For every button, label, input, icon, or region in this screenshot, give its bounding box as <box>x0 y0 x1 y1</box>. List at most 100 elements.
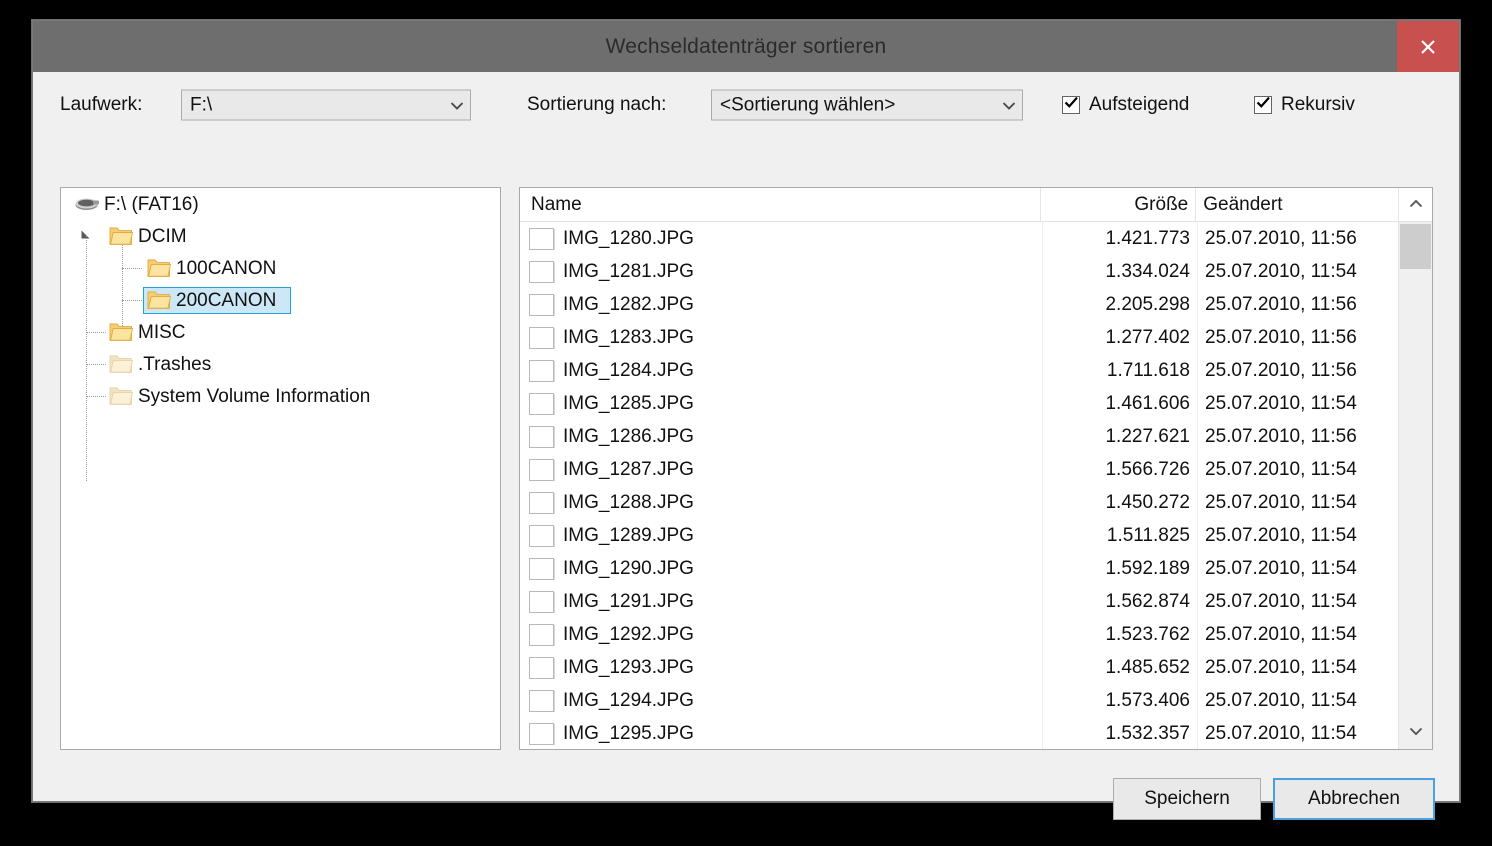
file-row[interactable]: IMG_1287.JPG 1.566.726 25.07.2010, 11:54 <box>520 453 1432 486</box>
scrollbar-up-button[interactable] <box>1398 188 1432 222</box>
file-name: IMG_1290.JPG <box>563 557 694 579</box>
file-row[interactable]: IMG_1295.JPG 1.532.357 25.07.2010, 11:54 <box>520 717 1432 749</box>
file-size: 1.421.773 <box>1042 222 1197 255</box>
file-modified: 25.07.2010, 11:54 <box>1197 585 1399 618</box>
image-thumbnail-icon <box>529 227 554 250</box>
image-thumbnail-icon <box>529 392 554 415</box>
file-modified: 25.07.2010, 11:56 <box>1197 222 1399 255</box>
file-row[interactable]: IMG_1290.JPG 1.592.189 25.07.2010, 11:54 <box>520 552 1432 585</box>
image-thumbnail-icon <box>529 656 554 679</box>
file-list-scrollbar[interactable] <box>1398 222 1432 749</box>
image-thumbnail-icon <box>529 293 554 316</box>
scrollbar-down-button[interactable] <box>1399 715 1432 749</box>
image-thumbnail-icon <box>529 623 554 646</box>
file-row[interactable]: IMG_1285.JPG 1.461.606 25.07.2010, 11:54 <box>520 387 1432 420</box>
file-size: 1.485.652 <box>1042 651 1197 684</box>
scrollbar-thumb[interactable] <box>1400 224 1431 269</box>
chevron-down-icon <box>1409 723 1423 741</box>
chevron-down-icon <box>444 100 470 110</box>
file-size: 1.532.357 <box>1042 717 1197 749</box>
close-icon <box>1418 37 1438 57</box>
file-row[interactable]: IMG_1293.JPG 1.485.652 25.07.2010, 11:54 <box>520 651 1432 684</box>
file-list-body: IMG_1280.JPG 1.421.773 25.07.2010, 11:56… <box>520 222 1432 749</box>
file-name: IMG_1285.JPG <box>563 392 694 414</box>
sort-by-select[interactable]: <Sortierung wählen> <box>711 89 1023 121</box>
file-name: IMG_1291.JPG <box>563 590 694 612</box>
checkmark-icon <box>1256 96 1271 114</box>
column-header-modified[interactable]: Geändert <box>1196 188 1398 222</box>
file-size: 1.461.606 <box>1042 387 1197 420</box>
close-button[interactable] <box>1397 21 1459 72</box>
dialog-client-area: Laufwerk: F:\ Sortierung nach: <Sortieru… <box>35 74 1457 820</box>
title-bar[interactable]: Wechseldatenträger sortieren <box>33 21 1459 72</box>
file-size: 1.450.272 <box>1042 486 1197 519</box>
tree-guide-line <box>86 396 106 397</box>
file-modified: 25.07.2010, 11:54 <box>1197 618 1399 651</box>
file-modified: 25.07.2010, 11:54 <box>1197 255 1399 288</box>
file-row[interactable]: IMG_1289.JPG 1.511.825 25.07.2010, 11:54 <box>520 519 1432 552</box>
file-size: 1.592.189 <box>1042 552 1197 585</box>
tree-guide-line <box>122 268 142 269</box>
removable-drive-icon <box>73 194 100 214</box>
file-size: 1.511.825 <box>1042 519 1197 552</box>
chevron-down-icon <box>996 100 1022 110</box>
image-thumbnail-icon <box>529 458 554 481</box>
image-thumbnail-icon <box>529 326 554 349</box>
file-modified: 25.07.2010, 11:56 <box>1197 321 1399 354</box>
file-size: 1.227.621 <box>1042 420 1197 453</box>
file-modified: 25.07.2010, 11:56 <box>1197 420 1399 453</box>
file-modified: 25.07.2010, 11:54 <box>1197 717 1399 749</box>
tree-node-label: F:\ (FAT16) <box>104 193 199 215</box>
file-modified: 25.07.2010, 11:56 <box>1197 354 1399 387</box>
file-row[interactable]: IMG_1280.JPG 1.421.773 25.07.2010, 11:56 <box>520 222 1432 255</box>
cancel-button[interactable]: Abbrechen <box>1273 778 1435 820</box>
drive-select[interactable]: F:\ <box>181 89 471 121</box>
folder-icon <box>147 257 172 279</box>
file-modified: 25.07.2010, 11:54 <box>1197 453 1399 486</box>
folder-tree[interactable]: F:\ (FAT16) DCIM 100CANON 200CANON MISC … <box>60 187 501 750</box>
drive-select-value: F:\ <box>190 94 213 115</box>
tree-node-label: .Trashes <box>138 353 212 375</box>
file-size: 1.277.402 <box>1042 321 1197 354</box>
file-modified: 25.07.2010, 11:56 <box>1197 288 1399 321</box>
file-size: 1.573.406 <box>1042 684 1197 717</box>
file-list[interactable]: Name Größe Geändert IMG_1280.JPG 1.421.7… <box>519 187 1433 750</box>
tree-expander-icon[interactable] <box>79 228 95 244</box>
file-row[interactable]: IMG_1284.JPG 1.711.618 25.07.2010, 11:56 <box>520 354 1432 387</box>
file-modified: 25.07.2010, 11:54 <box>1197 519 1399 552</box>
file-row[interactable]: IMG_1294.JPG 1.573.406 25.07.2010, 11:54 <box>520 684 1432 717</box>
file-row[interactable]: IMG_1286.JPG 1.227.621 25.07.2010, 11:56 <box>520 420 1432 453</box>
file-row[interactable]: IMG_1291.JPG 1.562.874 25.07.2010, 11:54 <box>520 585 1432 618</box>
file-row[interactable]: IMG_1281.JPG 1.334.024 25.07.2010, 11:54 <box>520 255 1432 288</box>
sort-removable-media-dialog: Wechseldatenträger sortieren Laufwerk: F… <box>32 20 1460 820</box>
tree-node[interactable]: MISC <box>61 316 500 348</box>
tree-guide-line <box>86 332 106 333</box>
file-name: IMG_1293.JPG <box>563 656 694 678</box>
tree-node[interactable]: DCIM <box>61 220 500 252</box>
file-name: IMG_1280.JPG <box>563 227 694 249</box>
tree-node-label: 100CANON <box>176 257 277 279</box>
column-header-size[interactable]: Größe <box>1041 188 1197 222</box>
file-modified: 25.07.2010, 11:54 <box>1197 684 1399 717</box>
sort-by-label: Sortierung nach: <box>527 94 667 115</box>
file-name: IMG_1292.JPG <box>563 623 694 645</box>
tree-node[interactable]: .Trashes <box>61 348 500 380</box>
save-button[interactable]: Speichern <box>1113 778 1261 820</box>
recursive-checkbox[interactable]: Rekursiv <box>1254 94 1355 116</box>
image-thumbnail-icon <box>529 491 554 514</box>
folder-icon <box>109 321 134 343</box>
tree-node[interactable]: System Volume Information <box>61 380 500 412</box>
file-row[interactable]: IMG_1288.JPG 1.450.272 25.07.2010, 11:54 <box>520 486 1432 519</box>
file-modified: 25.07.2010, 11:54 <box>1197 387 1399 420</box>
tree-node[interactable]: F:\ (FAT16) <box>61 188 500 220</box>
file-size: 1.566.726 <box>1042 453 1197 486</box>
image-thumbnail-icon <box>529 359 554 382</box>
ascending-checkbox[interactable]: Aufsteigend <box>1062 94 1189 116</box>
folder-hidden-icon <box>109 385 134 407</box>
file-row[interactable]: IMG_1283.JPG 1.277.402 25.07.2010, 11:56 <box>520 321 1432 354</box>
file-row[interactable]: IMG_1292.JPG 1.523.762 25.07.2010, 11:54 <box>520 618 1432 651</box>
file-name: IMG_1281.JPG <box>563 260 694 282</box>
file-row[interactable]: IMG_1282.JPG 2.205.298 25.07.2010, 11:56 <box>520 288 1432 321</box>
image-thumbnail-icon <box>529 557 554 580</box>
column-header-name[interactable]: Name <box>520 188 1042 222</box>
